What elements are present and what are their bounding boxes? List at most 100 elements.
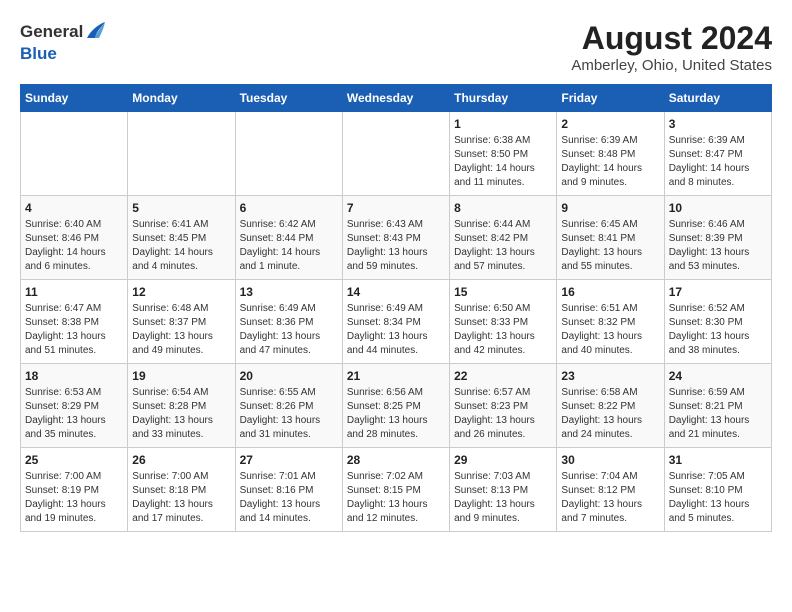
calendar-cell [342,112,449,196]
calendar-cell: 17Sunrise: 6:52 AM Sunset: 8:30 PM Dayli… [664,280,771,364]
day-number: 9 [561,201,659,215]
day-content: Sunrise: 6:42 AM Sunset: 8:44 PM Dayligh… [240,218,338,274]
day-content: Sunrise: 6:56 AM Sunset: 8:25 PM Dayligh… [347,386,445,442]
day-content: Sunrise: 7:01 AM Sunset: 8:16 PM Dayligh… [240,470,338,526]
day-number: 16 [561,285,659,299]
day-content: Sunrise: 6:51 AM Sunset: 8:32 PM Dayligh… [561,302,659,358]
day-content: Sunrise: 6:57 AM Sunset: 8:23 PM Dayligh… [454,386,552,442]
calendar-week-4: 18 Sunrise: 6:53 AM Sunset: 8:29 PM Dayli… [21,364,772,448]
calendar-week-2: 4 Sunrise: 6:40 AM Sunset: 8:46 PM Daylig… [21,196,772,280]
header: General Blue August 2024 Amberley, Ohio,… [20,20,772,74]
day-content: Sunrise: 6:50 AM Sunset: 8:33 PM Dayligh… [454,302,552,358]
weekday-header-monday: Monday [128,85,235,112]
calendar-cell: 5 Sunrise: 6:41 AM Sunset: 8:45 PM Daylig… [128,196,235,280]
day-number: 12 [132,285,230,299]
day-number: 26 [132,453,230,467]
calendar-week-1: 1Sunrise: 6:38 AM Sunset: 8:50 PM Daylig… [21,112,772,196]
calendar-cell: 15 Sunrise: 6:50 AM Sunset: 8:33 PM Dayli… [450,280,557,364]
weekday-header-tuesday: Tuesday [235,85,342,112]
calendar-cell: 13 Sunrise: 6:49 AM Sunset: 8:36 PM Dayli… [235,280,342,364]
calendar-cell: 14 Sunrise: 6:49 AM Sunset: 8:34 PM Dayli… [342,280,449,364]
day-number: 20 [240,369,338,383]
day-number: 8 [454,201,552,215]
calendar-cell: 31 Sunrise: 7:05 AM Sunset: 8:10 PM Dayli… [664,448,771,532]
day-content: Sunrise: 7:03 AM Sunset: 8:13 PM Dayligh… [454,470,552,526]
day-content: Sunrise: 6:39 AM Sunset: 8:47 PM Dayligh… [669,134,767,190]
day-number: 29 [454,453,552,467]
day-content: Sunrise: 6:39 AM Sunset: 8:48 PM Dayligh… [561,134,659,190]
day-content: Sunrise: 6:43 AM Sunset: 8:43 PM Dayligh… [347,218,445,274]
calendar-cell: 25 Sunrise: 7:00 AM Sunset: 8:19 PM Dayli… [21,448,128,532]
day-number: 13 [240,285,338,299]
day-content: Sunrise: 6:52 AM Sunset: 8:30 PM Dayligh… [669,302,767,358]
title-area: August 2024 Amberley, Ohio, United State… [571,20,772,74]
day-content: Sunrise: 6:44 AM Sunset: 8:42 PM Dayligh… [454,218,552,274]
weekday-header-wednesday: Wednesday [342,85,449,112]
logo-blue-text: Blue [20,44,57,63]
day-content: Sunrise: 6:40 AM Sunset: 8:46 PM Dayligh… [25,218,123,274]
month-year: August 2024 [571,20,772,57]
calendar-cell: 11 Sunrise: 6:47 AM Sunset: 8:38 PM Dayli… [21,280,128,364]
day-content: Sunrise: 7:00 AM Sunset: 8:19 PM Dayligh… [25,470,123,526]
day-content: Sunrise: 6:49 AM Sunset: 8:36 PM Dayligh… [240,302,338,358]
day-number: 10 [669,201,767,215]
calendar-cell: 6 Sunrise: 6:42 AM Sunset: 8:44 PM Daylig… [235,196,342,280]
day-number: 11 [25,285,123,299]
day-number: 27 [240,453,338,467]
calendar-cell: 22 Sunrise: 6:57 AM Sunset: 8:23 PM Dayli… [450,364,557,448]
day-number: 6 [240,201,338,215]
calendar-cell: 12 Sunrise: 6:48 AM Sunset: 8:37 PM Dayli… [128,280,235,364]
day-content: Sunrise: 7:05 AM Sunset: 8:10 PM Dayligh… [669,470,767,526]
logo-general-text: General [20,23,83,42]
logo: General Blue [20,20,107,63]
calendar-cell: 9 Sunrise: 6:45 AM Sunset: 8:41 PM Daylig… [557,196,664,280]
day-number: 14 [347,285,445,299]
weekday-header-saturday: Saturday [664,85,771,112]
day-content: Sunrise: 7:00 AM Sunset: 8:18 PM Dayligh… [132,470,230,526]
calendar-cell [21,112,128,196]
calendar-cell: 3 Sunrise: 6:39 AM Sunset: 8:47 PM Daylig… [664,112,771,196]
calendar-cell: 24 Sunrise: 6:59 AM Sunset: 8:21 PM Dayli… [664,364,771,448]
day-number: 5 [132,201,230,215]
calendar-cell: 4 Sunrise: 6:40 AM Sunset: 8:46 PM Daylig… [21,196,128,280]
day-number: 18 [25,369,123,383]
day-content: Sunrise: 6:49 AM Sunset: 8:34 PM Dayligh… [347,302,445,358]
calendar-cell: 29 Sunrise: 7:03 AM Sunset: 8:13 PM Dayli… [450,448,557,532]
day-content: Sunrise: 6:38 AM Sunset: 8:50 PM Dayligh… [454,134,552,190]
day-content: Sunrise: 6:45 AM Sunset: 8:41 PM Dayligh… [561,218,659,274]
calendar-cell: 21Sunrise: 6:56 AM Sunset: 8:25 PM Dayli… [342,364,449,448]
weekday-header-friday: Friday [557,85,664,112]
day-number: 22 [454,369,552,383]
day-number: 4 [25,201,123,215]
day-number: 31 [669,453,767,467]
calendar-cell: 23Sunrise: 6:58 AM Sunset: 8:22 PM Dayli… [557,364,664,448]
day-number: 15 [454,285,552,299]
location: Amberley, Ohio, United States [571,57,772,74]
calendar: SundayMondayTuesdayWednesdayThursdayFrid… [20,84,772,532]
weekday-header-sunday: Sunday [21,85,128,112]
day-content: Sunrise: 6:55 AM Sunset: 8:26 PM Dayligh… [240,386,338,442]
calendar-cell: 30Sunrise: 7:04 AM Sunset: 8:12 PM Dayli… [557,448,664,532]
day-content: Sunrise: 6:47 AM Sunset: 8:38 PM Dayligh… [25,302,123,358]
calendar-cell: 1Sunrise: 6:38 AM Sunset: 8:50 PM Daylig… [450,112,557,196]
calendar-cell [235,112,342,196]
day-content: Sunrise: 6:54 AM Sunset: 8:28 PM Dayligh… [132,386,230,442]
calendar-week-5: 25 Sunrise: 7:00 AM Sunset: 8:19 PM Dayli… [21,448,772,532]
day-number: 2 [561,117,659,131]
day-content: Sunrise: 6:46 AM Sunset: 8:39 PM Dayligh… [669,218,767,274]
day-content: Sunrise: 6:41 AM Sunset: 8:45 PM Dayligh… [132,218,230,274]
day-content: Sunrise: 6:59 AM Sunset: 8:21 PM Dayligh… [669,386,767,442]
calendar-cell: 19Sunrise: 6:54 AM Sunset: 8:28 PM Dayli… [128,364,235,448]
day-number: 24 [669,369,767,383]
calendar-cell [128,112,235,196]
calendar-cell: 10 Sunrise: 6:46 AM Sunset: 8:39 PM Dayli… [664,196,771,280]
logo-bird-icon [85,20,107,45]
day-content: Sunrise: 6:48 AM Sunset: 8:37 PM Dayligh… [132,302,230,358]
day-content: Sunrise: 6:53 AM Sunset: 8:29 PM Dayligh… [25,386,123,442]
day-number: 25 [25,453,123,467]
day-number: 3 [669,117,767,131]
day-content: Sunrise: 7:04 AM Sunset: 8:12 PM Dayligh… [561,470,659,526]
weekday-header-thursday: Thursday [450,85,557,112]
day-content: Sunrise: 7:02 AM Sunset: 8:15 PM Dayligh… [347,470,445,526]
calendar-cell: 27 Sunrise: 7:01 AM Sunset: 8:16 PM Dayli… [235,448,342,532]
